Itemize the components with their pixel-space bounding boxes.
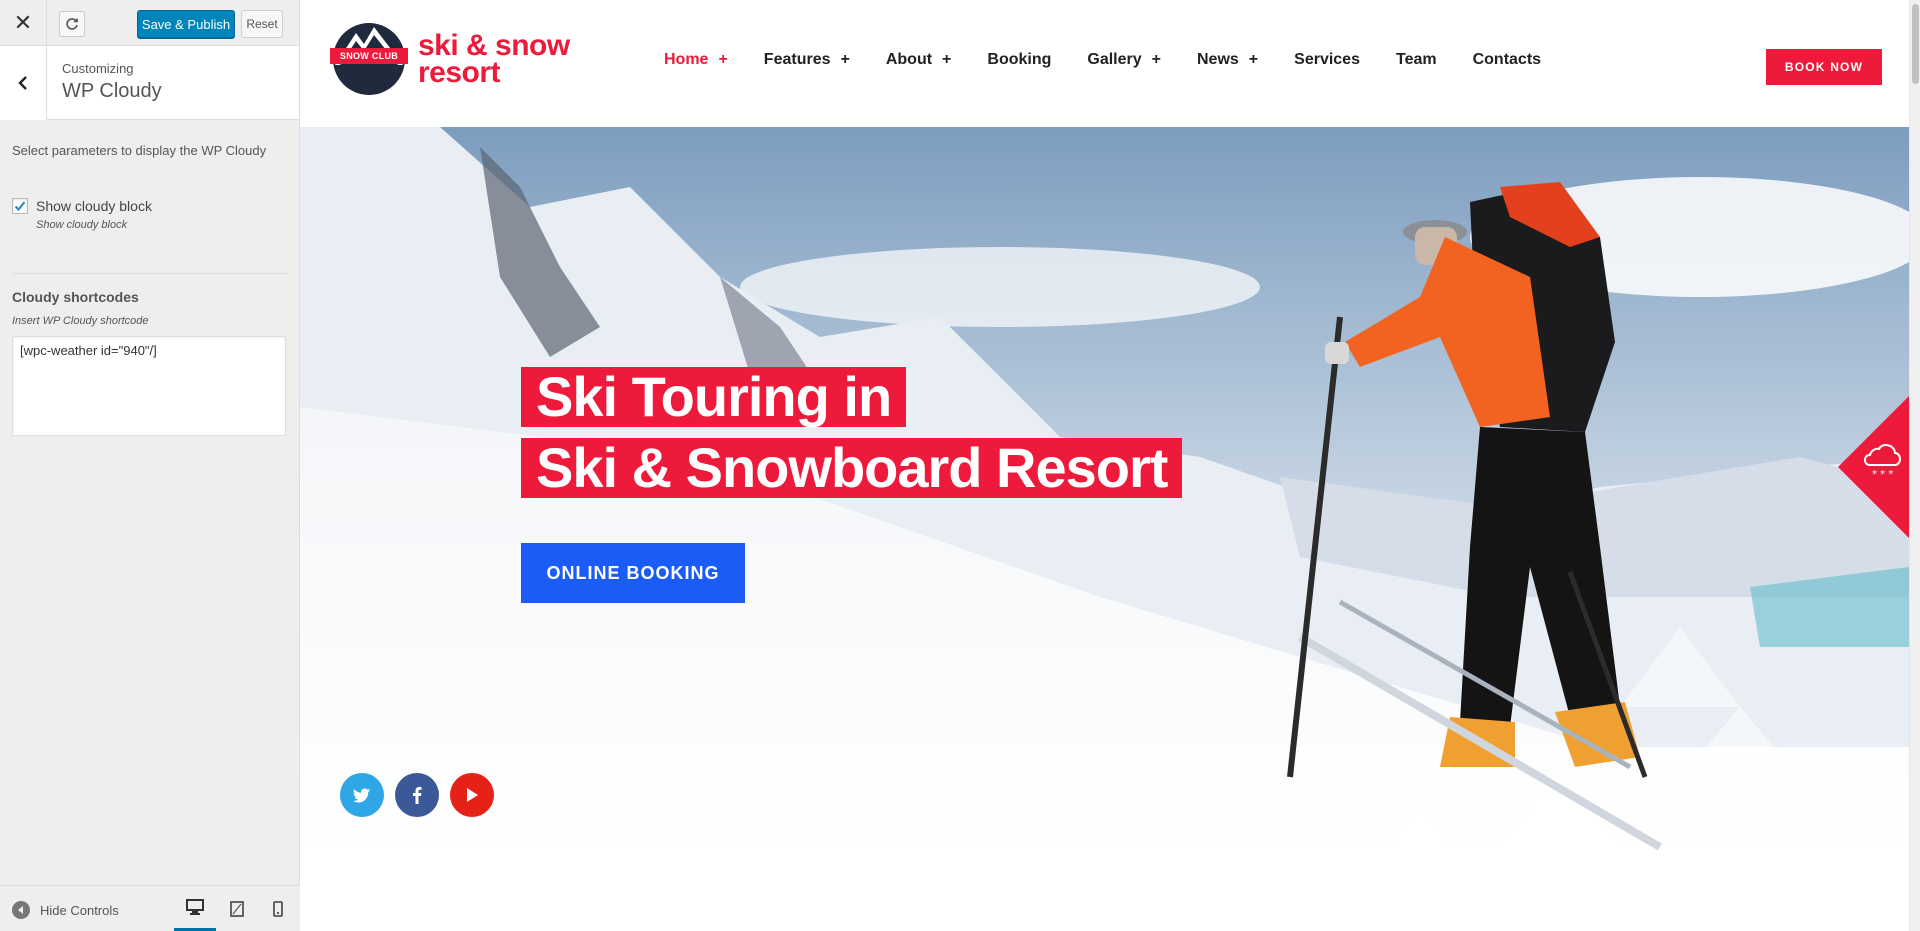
main-nav: Home + Features + About + Booking Gallery + …: [664, 51, 1577, 69]
nav-label: Contacts: [1472, 51, 1542, 68]
nav-item-home[interactable]: Home +: [664, 51, 728, 69]
plus-icon: +: [1248, 51, 1259, 68]
snow-cloud-icon: * * *: [1838, 396, 1909, 538]
youtube-button[interactable]: [450, 773, 494, 817]
online-booking-button[interactable]: ONLINE BOOKING: [521, 543, 745, 603]
twitter-button[interactable]: [340, 773, 384, 817]
twitter-icon: [353, 788, 370, 802]
refresh-button[interactable]: [59, 11, 85, 37]
hide-controls-button[interactable]: Hide Controls: [12, 901, 119, 919]
plus-icon: +: [840, 51, 850, 68]
nav-label: Booking: [987, 51, 1052, 68]
nav-item-gallery[interactable]: Gallery +: [1087, 51, 1161, 69]
breadcrumb: Customizing: [62, 61, 134, 76]
weather-widget-toggle[interactable]: * * *: [1838, 393, 1909, 541]
checkmark-icon: [14, 201, 26, 211]
section-title: WP Cloudy: [62, 80, 162, 102]
hero-headline-line2: Ski & Snowboard Resort: [521, 438, 1183, 498]
youtube-icon: [467, 788, 478, 802]
site-name-line1: ski & snow: [418, 29, 570, 62]
shortcode-textarea[interactable]: [wpc-weather id="940"/]: [12, 336, 286, 436]
show-cloudy-block-label: Show cloudy block: [36, 198, 152, 214]
customizer-sidebar: ✕ Save & Publish Reset Customizing WP Cl…: [0, 0, 300, 931]
close-customizer-button[interactable]: ✕: [0, 0, 47, 46]
plus-icon: +: [718, 51, 728, 68]
hide-controls-label: Hide Controls: [40, 902, 119, 918]
show-cloudy-block-description: Show cloudy block: [36, 219, 128, 231]
back-button[interactable]: [0, 46, 47, 120]
tablet-preview-button[interactable]: [216, 886, 258, 931]
customizer-footer: Hide Controls: [0, 885, 300, 931]
nav-item-services[interactable]: Services: [1294, 51, 1360, 69]
shortcodes-description: Insert WP Cloudy shortcode: [12, 315, 149, 327]
mobile-preview-button[interactable]: [257, 886, 299, 931]
section-header: Customizing WP Cloudy: [0, 46, 299, 120]
nav-label: News: [1197, 51, 1239, 68]
customizer-toolbar: ✕ Save & Publish Reset: [0, 0, 299, 46]
desktop-icon: [186, 899, 204, 915]
hero-section: Ski Touring in Ski & Snowboard Resort ON…: [300, 127, 1909, 857]
close-icon: ✕: [13, 10, 33, 35]
nav-item-about[interactable]: About +: [886, 51, 952, 69]
divider: [12, 273, 288, 274]
chevron-left-icon: [18, 76, 27, 90]
facebook-icon: [413, 786, 422, 804]
preview-scrollbar[interactable]: [1909, 0, 1920, 931]
desktop-preview-button[interactable]: [174, 886, 216, 931]
refresh-icon: [66, 18, 78, 30]
hero-headline-line1: Ski Touring in: [521, 367, 907, 427]
logo-badge: SNOW CLUB: [339, 51, 399, 61]
site-header: SNOW CLUB ski & snow resort Home + Featur…: [300, 0, 1909, 127]
nav-item-features[interactable]: Features +: [764, 51, 850, 69]
facebook-button[interactable]: [395, 773, 439, 817]
next-section: [300, 857, 1909, 931]
book-now-button[interactable]: BOOK NOW: [1766, 49, 1882, 85]
mobile-icon: [273, 901, 283, 917]
nav-label: Team: [1395, 51, 1437, 68]
site-logo[interactable]: SNOW CLUB: [330, 17, 408, 99]
scrollbar-thumb[interactable]: [1912, 4, 1919, 84]
site-name-line2: resort: [418, 56, 501, 89]
customizer-window: ✕ Save & Publish Reset Customizing WP Cl…: [0, 0, 1920, 931]
nav-item-booking[interactable]: Booking: [987, 51, 1051, 69]
show-cloudy-block-checkbox[interactable]: [12, 198, 28, 214]
nav-item-news[interactable]: News +: [1197, 51, 1258, 69]
nav-label: Gallery: [1087, 51, 1142, 68]
save-publish-button[interactable]: Save & Publish: [137, 10, 235, 38]
nav-item-contacts[interactable]: Contacts: [1473, 51, 1541, 69]
shortcodes-title: Cloudy shortcodes: [12, 289, 139, 305]
nav-label: About: [885, 51, 933, 68]
reset-button[interactable]: Reset: [241, 10, 283, 38]
collapse-arrow-icon: [12, 901, 30, 919]
nav-label: Features: [763, 51, 831, 68]
site-name[interactable]: ski & snow resort: [418, 29, 570, 89]
nav-item-team[interactable]: Team: [1396, 51, 1437, 69]
nav-label: Home: [664, 51, 709, 68]
tablet-icon: [230, 901, 244, 917]
show-cloudy-block-control[interactable]: Show cloudy block: [12, 198, 152, 214]
plus-icon: +: [942, 51, 952, 68]
svg-text:* * *: * * *: [1872, 469, 1893, 480]
site-preview: SNOW CLUB ski & snow resort Home + Featur…: [300, 0, 1909, 931]
nav-label: Services: [1294, 51, 1360, 68]
section-description: Select parameters to display the WP Clou…: [12, 143, 267, 158]
plus-icon: +: [1151, 51, 1161, 68]
